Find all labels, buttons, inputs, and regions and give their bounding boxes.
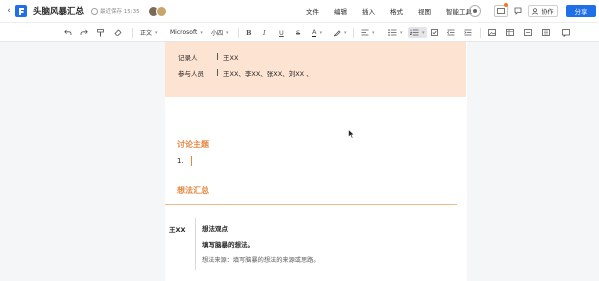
- chevron-down-icon: ▾: [344, 29, 347, 36]
- paragraph-style-select[interactable]: 正文 ▾: [140, 23, 158, 42]
- mouse-pointer-icon: [348, 128, 356, 141]
- chevron-down-icon: ▾: [400, 29, 403, 36]
- font-size-value: 小四: [211, 30, 224, 37]
- comment-icon: [514, 7, 522, 15]
- menu-view[interactable]: 视图: [418, 6, 431, 16]
- align-icon[interactable]: ▾: [361, 23, 375, 42]
- section-heading-topic[interactable]: 讨论主题: [177, 139, 209, 150]
- user-add-icon: [532, 7, 539, 15]
- top-bar: ‹ 头脑风暴汇总 最近保存 15:35: [0, 0, 599, 22]
- recorder-value[interactable]: 王XX: [223, 52, 238, 62]
- toolbar-divider: [132, 28, 133, 38]
- collaborate-button[interactable]: 协作: [528, 5, 558, 17]
- record-button[interactable]: [469, 5, 481, 17]
- clear-format-icon[interactable]: [114, 23, 122, 42]
- toolbar-divider: [353, 28, 354, 38]
- list-item-number: 1.: [177, 157, 184, 165]
- notification-dot: [504, 3, 508, 7]
- menu-file[interactable]: 文件: [306, 6, 319, 16]
- menu-insert[interactable]: 插入: [362, 6, 375, 16]
- highlight-icon[interactable]: ▾: [333, 23, 347, 42]
- underline-icon[interactable]: U: [279, 23, 284, 42]
- menu-bar: 文件 编辑 插入 格式 视图 智能工具: [306, 0, 487, 22]
- recorder-label: 记录人: [178, 54, 198, 62]
- font-family-select[interactable]: Microsoft ▾: [170, 23, 203, 42]
- table-column-divider: [195, 218, 196, 270]
- more-layout-icon[interactable]: [542, 23, 550, 42]
- strikethrough-icon[interactable]: S: [296, 23, 300, 42]
- font-color-icon[interactable]: A ▾: [312, 23, 322, 42]
- meeting-info-block: [165, 42, 466, 97]
- section-divider: [165, 204, 457, 205]
- record-icon: [473, 9, 477, 13]
- save-status: 最近保存 15:35: [91, 7, 140, 15]
- collaborate-label: 协作: [541, 8, 554, 16]
- bold-icon[interactable]: B: [246, 23, 252, 42]
- idea-source[interactable]: 想法来源：填写脑暴的想法的来源或思路。: [202, 255, 320, 264]
- toolbar-divider: [480, 28, 481, 38]
- message-icon: [497, 7, 505, 14]
- participants-label: 参与人员: [178, 70, 204, 78]
- chevron-left-icon[interactable]: ‹: [4, 6, 14, 16]
- info-divider: [217, 69, 218, 76]
- doc-logo-icon: [15, 5, 27, 17]
- table-icon[interactable]: [506, 23, 514, 42]
- numbered-list-icon[interactable]: ▾: [408, 23, 427, 42]
- toolbar-divider: [238, 28, 239, 38]
- formatting-toolbar: 正文 ▾ Microsoft ▾ 小四 ▾ B I U S A ▾ ▾ ▾ ▾ …: [0, 22, 599, 42]
- text-cursor: [191, 156, 192, 166]
- chevron-down-icon: ▾: [155, 29, 158, 36]
- chevron-down-icon: ▾: [422, 29, 425, 36]
- idea-header[interactable]: 想法观点: [202, 223, 228, 233]
- chevron-down-icon: ▾: [319, 29, 322, 36]
- chevron-down-icon: ▾: [226, 29, 229, 36]
- paragraph-style-value: 正文: [140, 30, 153, 37]
- image-icon[interactable]: [488, 23, 496, 42]
- italic-icon[interactable]: I: [263, 23, 266, 42]
- chevron-down-icon: ▾: [372, 29, 375, 36]
- undo-icon[interactable]: [64, 23, 72, 42]
- idea-body[interactable]: 填写脑暴的想法。: [202, 239, 254, 249]
- comment-button[interactable]: [512, 5, 524, 17]
- font-size-select[interactable]: 小四 ▾: [211, 23, 229, 42]
- avatar[interactable]: [155, 5, 167, 17]
- comment-insert-icon[interactable]: [562, 23, 570, 42]
- bullet-list-icon[interactable]: ▾: [388, 23, 403, 42]
- redo-icon[interactable]: [80, 23, 88, 42]
- share-button[interactable]: 分享: [566, 5, 596, 17]
- indent-increase-icon[interactable]: [464, 23, 472, 42]
- participant-name-cell[interactable]: 王XX: [169, 224, 186, 234]
- collaborator-avatars[interactable]: [147, 5, 167, 17]
- format-painter-icon[interactable]: [97, 23, 104, 42]
- chevron-down-icon: ▾: [200, 29, 203, 36]
- indent-decrease-icon[interactable]: [447, 23, 455, 42]
- checkbox-icon[interactable]: [431, 23, 438, 42]
- insert-link-icon[interactable]: [524, 23, 532, 42]
- document-title[interactable]: 头脑风暴汇总: [33, 5, 84, 17]
- menu-edit[interactable]: 编辑: [334, 6, 347, 16]
- font-family-value: Microsoft: [170, 29, 198, 36]
- info-divider: [217, 53, 218, 60]
- section-heading-ideas[interactable]: 想法汇总: [177, 185, 209, 196]
- menu-format[interactable]: 格式: [390, 6, 403, 16]
- participants-value[interactable]: 王XX、李XX、张XX、刘XX 、: [223, 68, 313, 78]
- save-status-text: 最近保存 15:35: [100, 9, 140, 15]
- cloud-save-icon: [91, 7, 99, 15]
